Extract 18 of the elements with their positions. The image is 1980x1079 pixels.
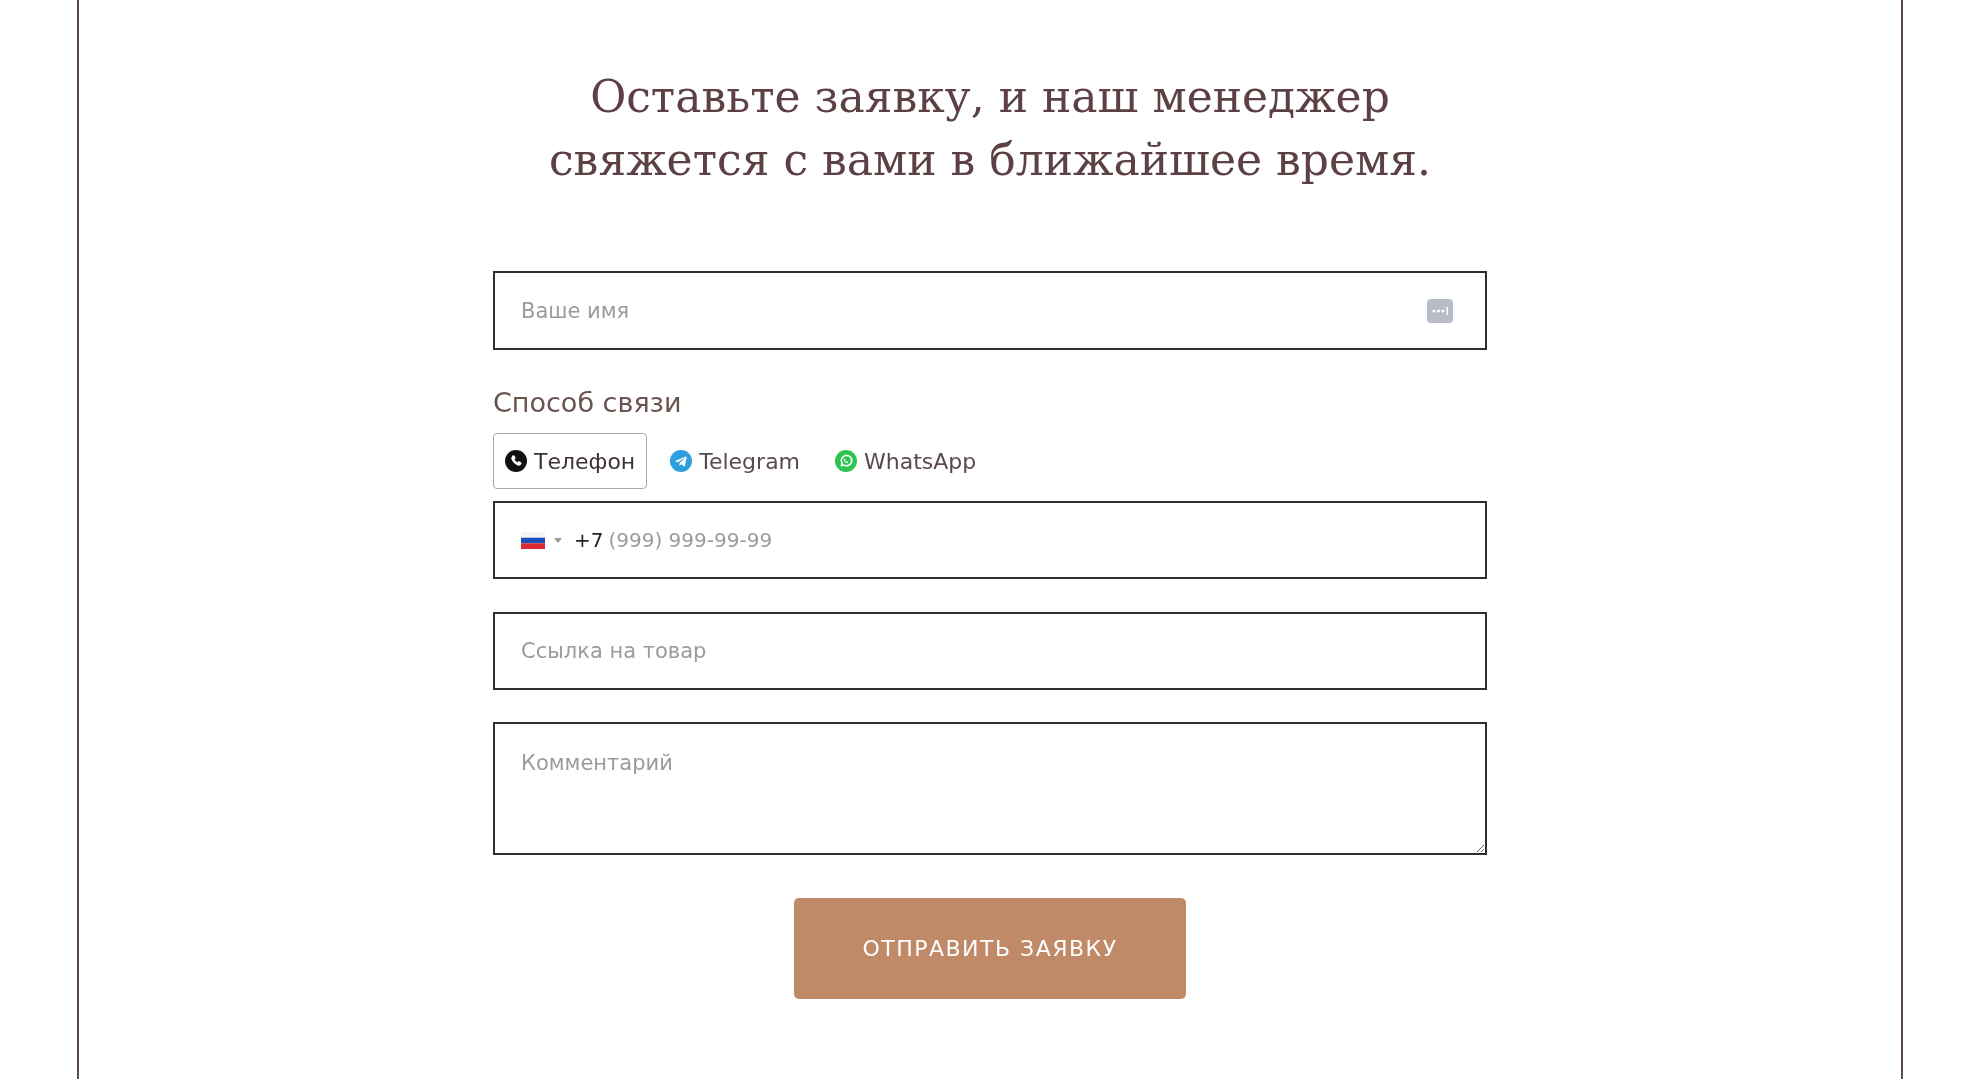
country-select[interactable] bbox=[521, 531, 562, 549]
phone-number-input[interactable]: (999) 999-99-99 bbox=[603, 520, 1459, 560]
flag-icon bbox=[521, 531, 545, 549]
link-field[interactable]: Ссылка на товар bbox=[493, 612, 1487, 690]
country-code: +7 bbox=[574, 528, 604, 552]
dots-icon[interactable] bbox=[1427, 299, 1453, 323]
contact-method-label: Способ связи bbox=[493, 386, 683, 420]
contact-method-tab[interactable]: WhatsApp bbox=[823, 433, 989, 489]
phone-icon bbox=[505, 450, 527, 472]
form-heading: Оставьте заявку, и наш менеджер свяжется с вами в ближайшее время. bbox=[547, 70, 1433, 187]
contact-method-tab[interactable]: Телефон bbox=[493, 433, 648, 489]
phone-field[interactable]: +7 (999) 999-99-99 bbox=[493, 501, 1487, 579]
name-field[interactable]: Ваше имя bbox=[493, 271, 1487, 350]
comment-field[interactable]: Комментарий bbox=[493, 722, 1487, 855]
caret-icon bbox=[554, 537, 562, 543]
contact-method-tab[interactable]: Telegram bbox=[658, 433, 813, 489]
paper-plane-icon bbox=[670, 450, 693, 472]
chat-bubble-icon bbox=[835, 450, 858, 472]
